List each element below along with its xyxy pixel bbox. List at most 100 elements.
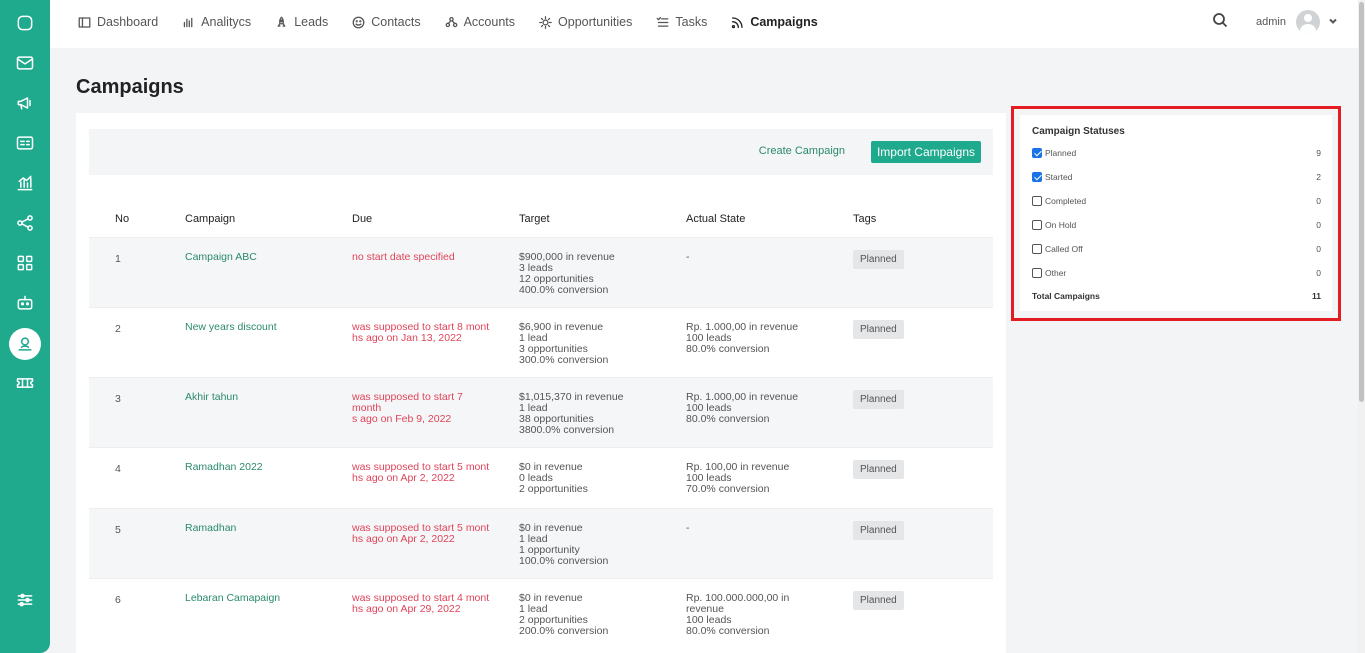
user-area: admin [1212,0,1338,44]
cell-due: was supposed to start 4 mont hs ago on A… [352,591,490,615]
leads-icon [277,16,286,27]
chevron-down-icon[interactable] [1328,13,1338,31]
grid-icon[interactable] [9,247,41,279]
target-line: 3800.0% conversion [519,423,615,436]
status-badge: Planned [853,590,904,610]
target-line: $1,015,370 in revenue [519,390,624,403]
cell-target: $0 in revenue 0 leads 2 opportunities [493,447,660,508]
cell-campaign: Ramadhan [159,508,326,578]
cell-no: 3 [115,392,121,405]
table-row[interactable]: 6 Lebaran Camapaign was supposed to start … [89,578,993,648]
scrollbar-thumb[interactable] [1359,2,1364,402]
page-scrollbar[interactable] [1358,0,1365,653]
table-row[interactable]: 3 Akhir tahun was supposed to start 7 mont… [89,377,993,447]
nav-contacts[interactable]: Contacts [352,15,421,29]
table-row[interactable]: 5 Ramadhan was supposed to start 5 mont hs… [89,508,993,578]
cell-target: $6,900 in revenue 1 lead 3 opportunities 30… [493,307,660,377]
opportunities-icon [539,15,552,29]
cell-campaign: New years discount [159,307,326,377]
cell-actual-state: Rp. 1.000,00 in revenue 100 leads 80.0% co… [660,377,827,447]
cell-no: 2 [115,322,121,335]
campaign-link[interactable]: Campaign ABC [185,251,257,263]
robot-icon[interactable] [9,287,41,319]
actual-line: 70.0% conversion [686,482,770,495]
actual-line: 80.0% conversion [686,342,770,355]
header-campaign: Campaign [185,212,236,225]
cell-due: no start date specified [352,250,455,263]
campaign-link[interactable]: Ramadhan [185,522,236,534]
target-line: 1 lead [519,401,548,414]
actions-bar: Create Campaign Import Campaigns [89,129,993,175]
cell-tags: Planned [827,508,993,578]
create-campaign-link[interactable]: Create Campaign [759,145,845,157]
bar-chart-icon[interactable] [9,167,41,199]
cell-campaign: Ramadhan 2022 [159,447,326,508]
table-row[interactable]: 4 Ramadhan 2022 was supposed to start 5 mo… [89,447,993,508]
sidebar [0,0,50,653]
id-card-icon[interactable] [9,127,41,159]
cell-actual-state: Rp. 1.000,00 in revenue 100 leads 80.0% co… [660,307,827,377]
campaigns-table: No Campaign Due Target Actual State Tags… [89,201,993,648]
status-badge: Planned [853,249,904,269]
status-badge: Planned [853,319,904,339]
nav-opportunities[interactable]: Opportunities [539,15,632,29]
actual-line: 100 leads [686,613,732,626]
cell-due: was supposed to start 7 month s ago on F… [352,390,463,425]
ticket-icon[interactable] [9,367,41,399]
actual-line: Rp. 1.000,00 in revenue [686,320,799,333]
chat-icon[interactable] [9,7,41,39]
cell-target: $900,000 in revenue 3 leads 12 opportuniti… [493,237,660,307]
main-nav: Dashboard Analitycs Leads Contacts Accou… [78,0,842,44]
page-title: Campaigns [76,76,184,98]
nav-analytics[interactable]: Analitycs [182,15,251,29]
megaphone-icon[interactable] [9,87,41,119]
campaigns-card: Create Campaign Import Campaigns No Camp… [76,113,1006,653]
header-target: Target [519,212,550,225]
nav-leads[interactable]: Leads [275,15,328,29]
cell-tags: Planned [827,237,993,307]
campaign-link[interactable]: Ramadhan 2022 [185,461,263,473]
mail-icon[interactable] [9,47,41,79]
cell-target: $0 in revenue 1 lead 1 opportunity 100.0% c… [493,508,660,578]
cell-actual-state: Rp. 100,00 in revenue 100 leads 70.0% conv… [660,447,827,508]
nav-tasks[interactable]: Tasks [656,15,707,29]
cell-actual-state: - [660,508,827,578]
cell-tags: Planned [827,578,993,648]
table-body: 1 Campaign ABC no start date specified $900… [89,237,993,648]
import-campaigns-button[interactable]: Import Campaigns [870,141,981,163]
share-nodes-icon[interactable] [9,207,41,239]
cell-tags: Planned [827,377,993,447]
actual-line: - [686,521,690,534]
accounts-icon [445,16,458,27]
actual-line: Rp. 100,00 in revenue [686,460,790,473]
avatar[interactable] [1296,10,1320,34]
cell-actual-state: Rp. 100.000.000,00 in revenue 100 leads 80… [660,578,827,648]
nav-accounts[interactable]: Accounts [445,15,515,29]
table-row[interactable]: 1 Campaign ABC no start date specified $900… [89,237,993,307]
cell-tags: Planned [827,447,993,508]
actual-line: 100 leads [686,331,732,344]
settings-sliders-icon[interactable] [9,584,41,616]
nav-dashboard[interactable]: Dashboard [78,15,158,29]
cell-due: was supposed to start 8 mont hs ago on J… [352,320,490,344]
cell-no: 6 [115,593,121,606]
top-navigation: Dashboard Analitycs Leads Contacts Accou… [50,0,1358,48]
tasks-icon [656,16,669,27]
target-line: $0 in revenue [519,521,583,534]
nav-campaigns[interactable]: Campaigns [731,15,818,29]
cell-target: $1,015,370 in revenue 1 lead 38 opportunit… [493,377,660,447]
campaign-link[interactable]: Lebaran Camapaign [185,592,280,604]
target-line: 1 lead [519,331,548,344]
campaign-link[interactable]: New years discount [185,321,277,333]
user-name[interactable]: admin [1256,16,1286,28]
campaign-user-icon[interactable] [9,328,41,360]
actual-line: 80.0% conversion [686,412,770,425]
table-row[interactable]: 2 New years discount was supposed to start… [89,307,993,377]
campaign-link[interactable]: Akhir tahun [185,391,238,403]
cell-campaign: Campaign ABC [159,237,326,307]
target-line: 12 opportunities [519,272,594,285]
actual-line: Rp. 100.000.000,00 in revenue [686,591,790,615]
highlight-box [1011,106,1341,321]
search-icon[interactable] [1212,12,1228,33]
cell-no: 4 [115,462,121,475]
